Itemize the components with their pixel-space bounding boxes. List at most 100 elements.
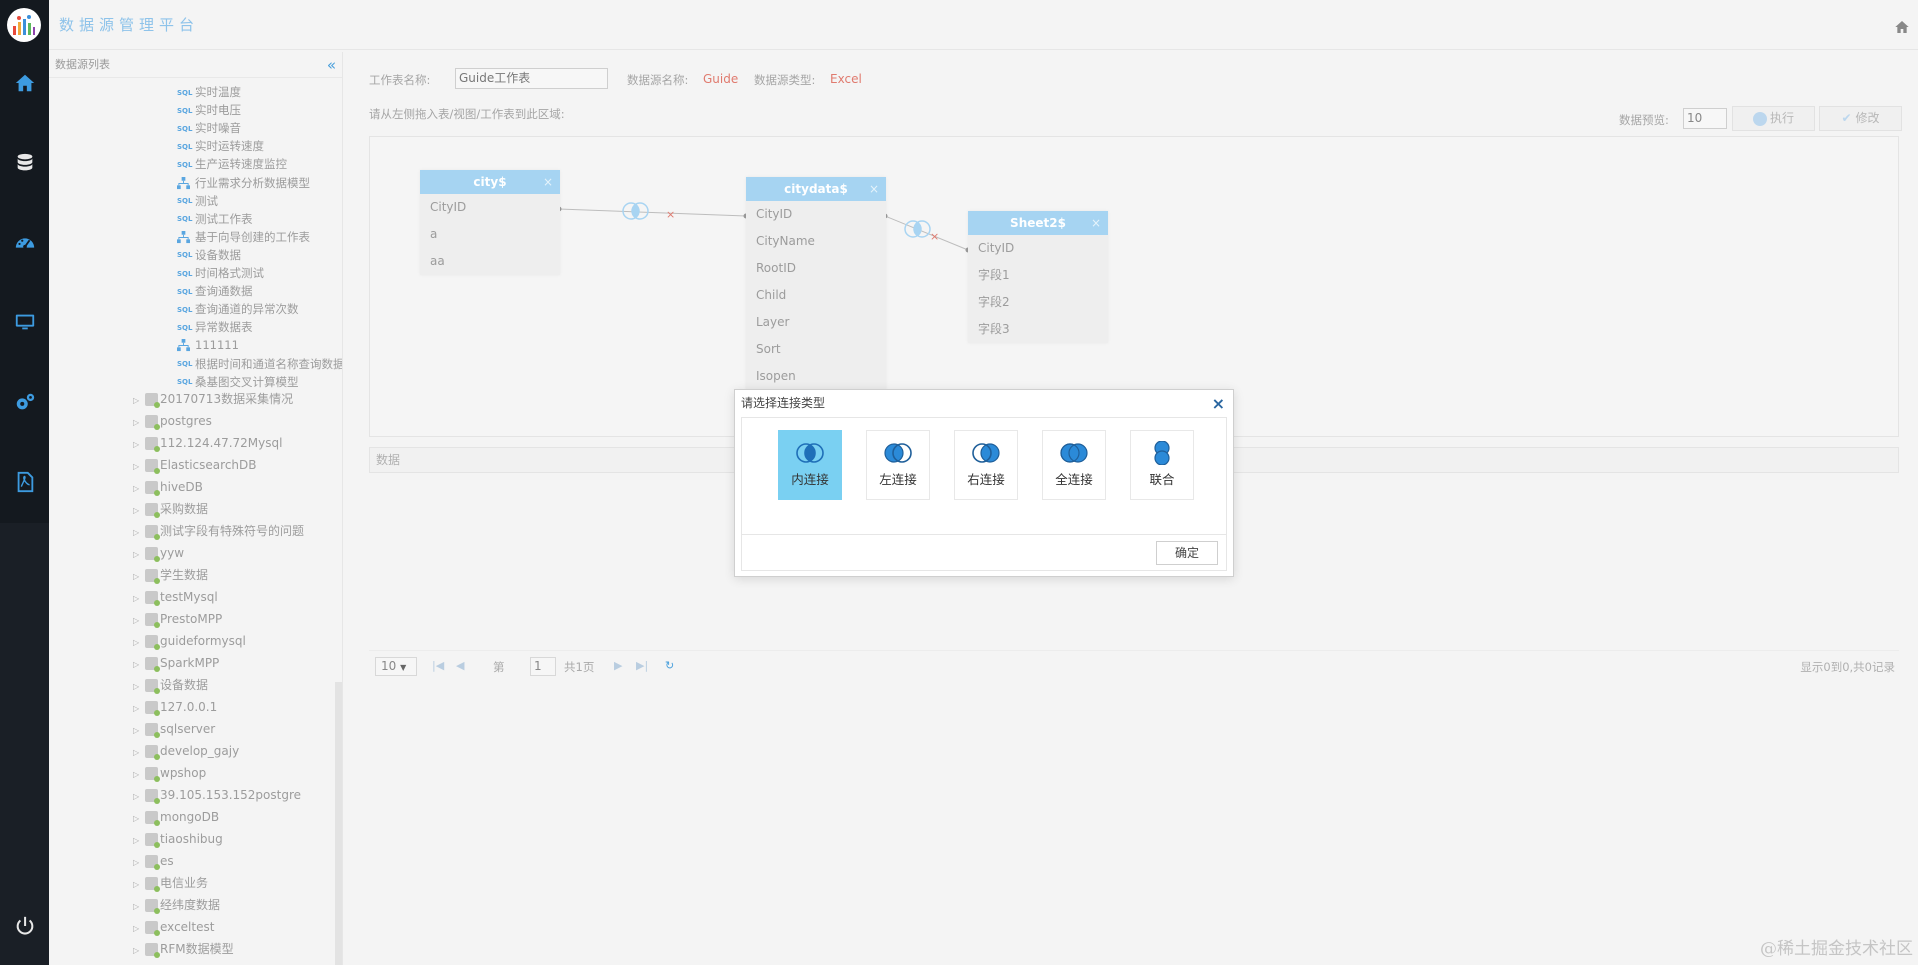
expand-arrow-icon[interactable]: ▷ [133, 478, 145, 500]
database-item[interactable]: ▷ sqlserver [133, 718, 215, 740]
database-item[interactable]: ▷ 采购数据 [133, 498, 208, 520]
canvas-table[interactable]: Sheet2$ × CityID 字段1 字段2 字段3 [968, 211, 1108, 343]
table-field[interactable]: Child [746, 282, 886, 309]
table-field[interactable]: CityID [746, 201, 886, 228]
canvas-table[interactable]: citydata$ × CityID CityName RootID Child Layer… [746, 177, 886, 390]
refresh-icon[interactable]: ↻ [665, 659, 674, 672]
worksheet-item[interactable]: SQL 设备数据 [177, 246, 241, 264]
worksheet-item[interactable]: SQL 查询通数据 [177, 282, 253, 300]
expand-arrow-icon[interactable]: ▷ [133, 632, 145, 654]
page-size-select[interactable]: 10 ▼ [375, 657, 417, 676]
database-item[interactable]: ▷ 127.0.0.1 [133, 696, 217, 718]
database-item[interactable]: ▷ 112.124.47.72Mysql [133, 432, 282, 454]
confirm-button[interactable]: 确定 [1156, 541, 1218, 565]
database-item[interactable]: ▷ yyw [133, 542, 184, 564]
database-item[interactable]: ▷ postgres [133, 410, 212, 432]
database-item[interactable]: ▷ wpshop [133, 762, 206, 784]
expand-arrow-icon[interactable]: ▷ [133, 676, 145, 698]
database-item[interactable]: ▷ 20170713数据采集情况 [133, 388, 293, 410]
table-field[interactable]: aa [420, 248, 560, 275]
table-field[interactable]: 字段3 [968, 316, 1108, 343]
expand-arrow-icon[interactable]: ▷ [133, 720, 145, 742]
expand-arrow-icon[interactable]: ▷ [133, 544, 145, 566]
worksheet-item[interactable]: SQL 生产运转速度监控 [177, 155, 287, 173]
table-field[interactable]: CityID [968, 235, 1108, 262]
worksheet-item[interactable]: SQL 查询通道的异常次数 [177, 300, 299, 318]
worksheet-item[interactable]: SQL 时间格式测试 [177, 264, 264, 282]
worksheet-item[interactable]: SQL 实时电压 [177, 101, 241, 119]
close-icon[interactable]: × [1212, 390, 1225, 417]
database-item[interactable]: ▷ develop_gajy [133, 740, 239, 762]
database-item[interactable]: ▷ ElasticsearchDB [133, 454, 257, 476]
expand-arrow-icon[interactable]: ▷ [133, 742, 145, 764]
database-item[interactable]: ▷ mongoDB [133, 806, 219, 828]
database-item[interactable]: ▷ 学生数据 [133, 564, 208, 586]
database-item[interactable]: ▷ guideformysql [133, 630, 246, 652]
expand-arrow-icon[interactable]: ▷ [133, 610, 145, 632]
worksheet-item[interactable]: SQL 测试 [177, 192, 218, 210]
worksheet-item[interactable]: SQL 实时噪音 [177, 119, 241, 137]
nav-settings-button[interactable] [0, 382, 49, 422]
tree-scrollbar[interactable] [335, 682, 342, 965]
table-header[interactable]: Sheet2$ × [968, 211, 1108, 235]
database-item[interactable]: ▷ 测试字段有特殊符号的问题 [133, 520, 304, 542]
database-item[interactable]: ▷ SparkMPP [133, 652, 219, 674]
collapse-sidebar-icon[interactable]: « [327, 52, 336, 78]
canvas-table[interactable]: city$ × CityID a aa [420, 170, 560, 275]
worksheet-item[interactable]: SQL 实时温度 [177, 83, 241, 101]
database-item[interactable]: ▷ testMysql [133, 586, 218, 608]
table-field[interactable]: Layer [746, 309, 886, 336]
worksheet-item[interactable]: SQL 实时运转速度 [177, 137, 264, 155]
expand-arrow-icon[interactable]: ▷ [133, 566, 145, 588]
table-field[interactable]: 字段1 [968, 262, 1108, 289]
join-option-left-join[interactable]: 左连接 [866, 430, 930, 500]
expand-arrow-icon[interactable]: ▷ [133, 852, 145, 874]
nav-database-button[interactable] [0, 143, 49, 183]
remove-table-icon[interactable]: × [543, 170, 553, 194]
expand-arrow-icon[interactable]: ▷ [133, 434, 145, 456]
expand-arrow-icon[interactable]: ▷ [133, 698, 145, 720]
join-option-inner-join[interactable]: 内连接 [778, 430, 842, 500]
database-item[interactable]: ▷ 设备数据 [133, 674, 208, 696]
table-field[interactable]: CityName [746, 228, 886, 255]
prev-page-icon[interactable]: ◀ [456, 659, 464, 672]
table-field[interactable]: a [420, 221, 560, 248]
first-page-icon[interactable]: |◀ [432, 659, 444, 672]
expand-arrow-icon[interactable]: ▷ [133, 764, 145, 786]
home-icon[interactable] [1894, 19, 1910, 35]
join-option-union[interactable]: 联合 [1130, 430, 1194, 500]
expand-arrow-icon[interactable]: ▷ [133, 412, 145, 434]
logout-button[interactable] [0, 906, 49, 946]
expand-arrow-icon[interactable]: ▷ [133, 940, 145, 962]
expand-arrow-icon[interactable]: ▷ [133, 390, 145, 412]
database-item[interactable]: ▷ 经纬度数据 [133, 894, 220, 916]
expand-arrow-icon[interactable]: ▷ [133, 500, 145, 522]
database-item[interactable]: ▷ tiaoshibug [133, 828, 223, 850]
worksheet-item[interactable]: 111111 [177, 336, 239, 354]
edit-button[interactable]: ✔ 修改 [1819, 106, 1902, 131]
nav-pdf-button[interactable] [0, 462, 49, 502]
expand-arrow-icon[interactable]: ▷ [133, 896, 145, 918]
nav-dashboard-button[interactable] [0, 223, 49, 263]
table-field[interactable]: RootID [746, 255, 886, 282]
page-number-input[interactable]: 1 [530, 657, 556, 676]
run-button[interactable]: 执行 [1732, 106, 1815, 131]
join-option-full-join[interactable]: 全连接 [1042, 430, 1106, 500]
expand-arrow-icon[interactable]: ▷ [133, 786, 145, 808]
worksheet-item[interactable]: SQL根据时间和通道名称查询数据明细 [177, 355, 342, 373]
expand-arrow-icon[interactable]: ▷ [133, 654, 145, 676]
sheet-name-input[interactable]: Guide工作表 [455, 68, 608, 89]
app-logo[interactable] [7, 8, 41, 42]
expand-arrow-icon[interactable]: ▷ [133, 588, 145, 610]
expand-arrow-icon[interactable]: ▷ [133, 918, 145, 940]
remove-table-icon[interactable]: × [869, 177, 879, 201]
expand-arrow-icon[interactable]: ▷ [133, 830, 145, 852]
table-field[interactable]: Isopen [746, 363, 886, 390]
last-page-icon[interactable]: ▶| [636, 659, 648, 672]
preview-count-input[interactable]: 10 [1683, 108, 1727, 129]
database-item[interactable]: ▷ PrestoMPP [133, 608, 222, 630]
table-header[interactable]: city$ × [420, 170, 560, 194]
table-field[interactable]: 字段2 [968, 289, 1108, 316]
worksheet-item[interactable]: 行业需求分析数据模型 [177, 174, 310, 192]
remove-table-icon[interactable]: × [1091, 211, 1101, 235]
